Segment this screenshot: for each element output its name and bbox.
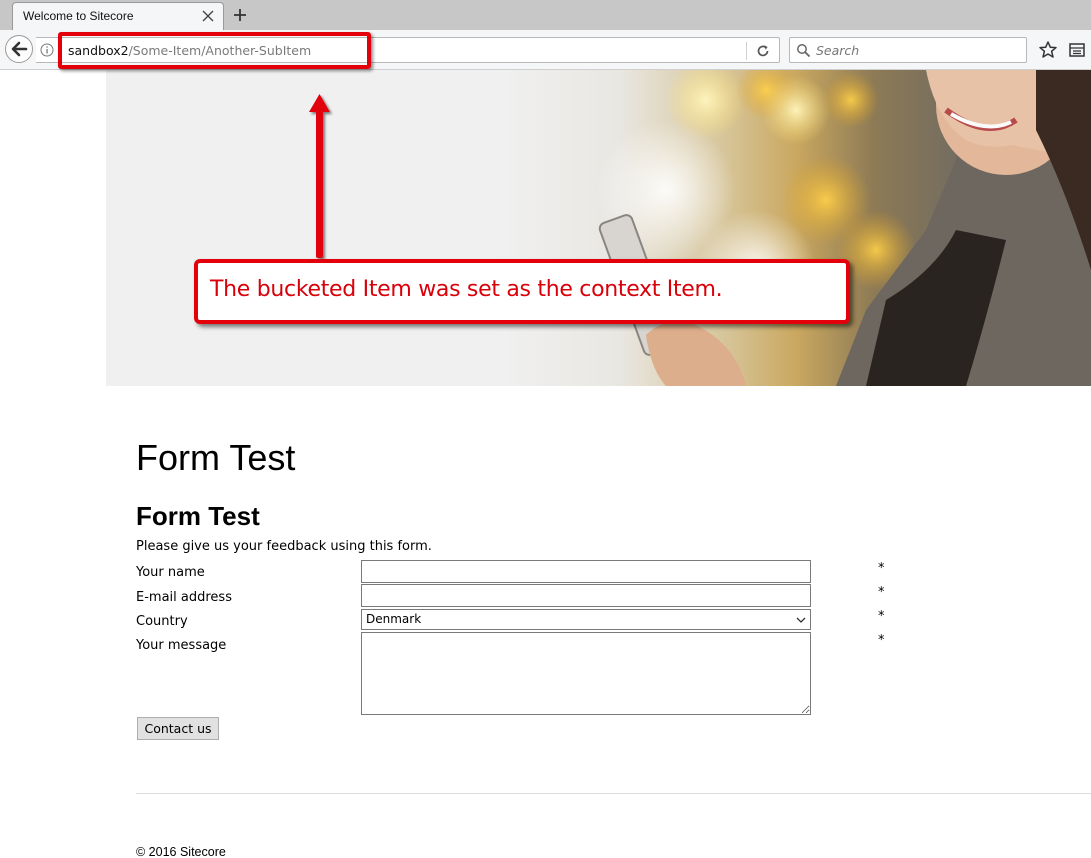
url-divider — [746, 42, 747, 60]
name-label: Your name — [136, 565, 205, 580]
country-select-value: Denmark — [366, 612, 422, 626]
info-icon[interactable] — [40, 43, 54, 57]
reload-icon[interactable] — [754, 42, 772, 60]
page-title: Form Test — [136, 437, 296, 478]
message-textarea[interactable] — [361, 632, 811, 715]
email-label: E-mail address — [136, 590, 232, 605]
callout-text: The bucketed Item was set as the context… — [210, 277, 723, 302]
search-placeholder: Search — [816, 43, 860, 58]
url-highlight-box — [58, 32, 371, 69]
form-intro: Please give us your feedback using this … — [136, 539, 432, 554]
plus-icon[interactable] — [232, 7, 248, 23]
arrow-up-icon — [309, 94, 330, 258]
contact-us-button[interactable]: Contact us — [137, 717, 219, 740]
library-icon[interactable] — [1068, 41, 1086, 59]
required-marker: * — [878, 585, 885, 600]
close-icon[interactable] — [201, 9, 215, 23]
hero-banner-image — [106, 70, 1091, 386]
email-input[interactable] — [361, 584, 811, 607]
back-button[interactable] — [5, 35, 33, 63]
footer-divider — [136, 793, 1091, 794]
star-icon[interactable] — [1038, 40, 1058, 60]
chevron-down-icon — [796, 617, 806, 623]
tab-title: Welcome to Sitecore — [23, 9, 134, 23]
footer-copyright: © 2016 Sitecore — [136, 845, 226, 858]
annotation-callout: The bucketed Item was set as the context… — [194, 259, 850, 324]
required-marker: * — [878, 561, 885, 576]
search-icon — [797, 44, 811, 58]
required-marker: * — [878, 633, 885, 648]
required-marker: * — [878, 609, 885, 624]
form-title: Form Test — [136, 501, 260, 531]
tab-strip: Welcome to Sitecore — [0, 0, 1091, 30]
name-input[interactable] — [361, 560, 811, 583]
country-select[interactable]: Denmark — [361, 609, 811, 630]
search-bar[interactable]: Search — [789, 37, 1027, 63]
arrow-left-icon — [11, 41, 28, 57]
browser-tab[interactable]: Welcome to Sitecore — [12, 2, 224, 30]
country-label: Country — [136, 614, 188, 629]
message-label: Your message — [136, 638, 227, 653]
